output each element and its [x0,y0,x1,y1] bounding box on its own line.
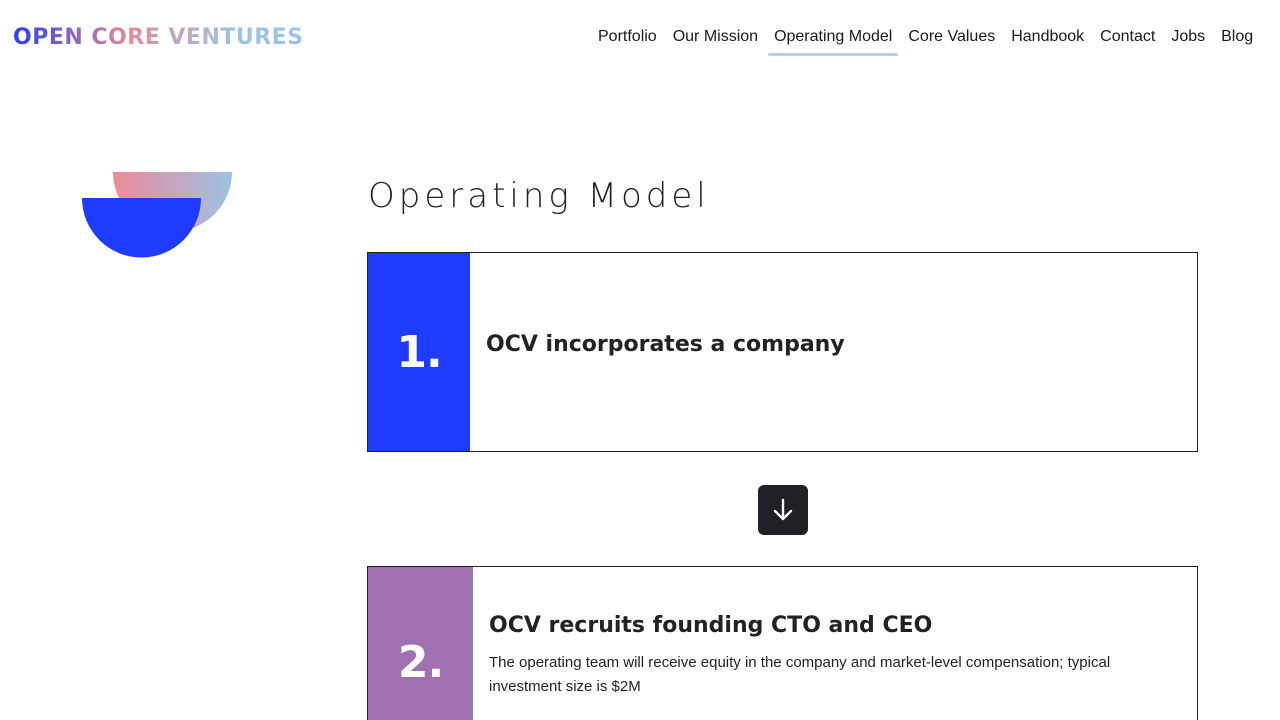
step-title: OCV recruits founding CTO and CEO [489,613,933,638]
step-number: 1. [396,326,442,378]
nav-item-contact[interactable]: Contact [1092,28,1163,46]
step-title: OCV incorporates a company [486,332,845,357]
step-description: The operating team will receive equity i… [489,654,1111,695]
next-step-button[interactable] [758,485,808,535]
main-nav: Portfolio Our Mission Operating Model Co… [596,24,1261,56]
step-number-block: 1. [368,253,470,451]
step-number: 2. [397,637,444,688]
page: OPEN CORE VENTURES Portfolio Our Mission… [0,0,1280,720]
nav-item-jobs[interactable]: Jobs [1163,28,1213,46]
step-number-block: 2. [368,567,473,720]
page-title: Operating Model [368,176,710,216]
nav-item-blog[interactable]: Blog [1213,28,1261,46]
nav-item-handbook[interactable]: Handbook [1003,28,1092,46]
step-card-2: 2. OCV recruits founding CTO and CEO The… [367,566,1198,720]
logo[interactable]: OPEN CORE VENTURES [13,25,304,50]
nav-item-operating-model[interactable]: Operating Model [766,28,900,56]
nav-item-portfolio[interactable]: Portfolio [596,28,665,46]
left-decorative-panel [0,82,316,720]
arrow-down-icon [773,498,793,521]
nav-item-core-values[interactable]: Core Values [900,28,1003,46]
nav-item-our-mission[interactable]: Our Mission [665,28,766,46]
semicircles-graphic [82,172,232,258]
step-card-1: 1. OCV incorporates a company [367,252,1198,452]
